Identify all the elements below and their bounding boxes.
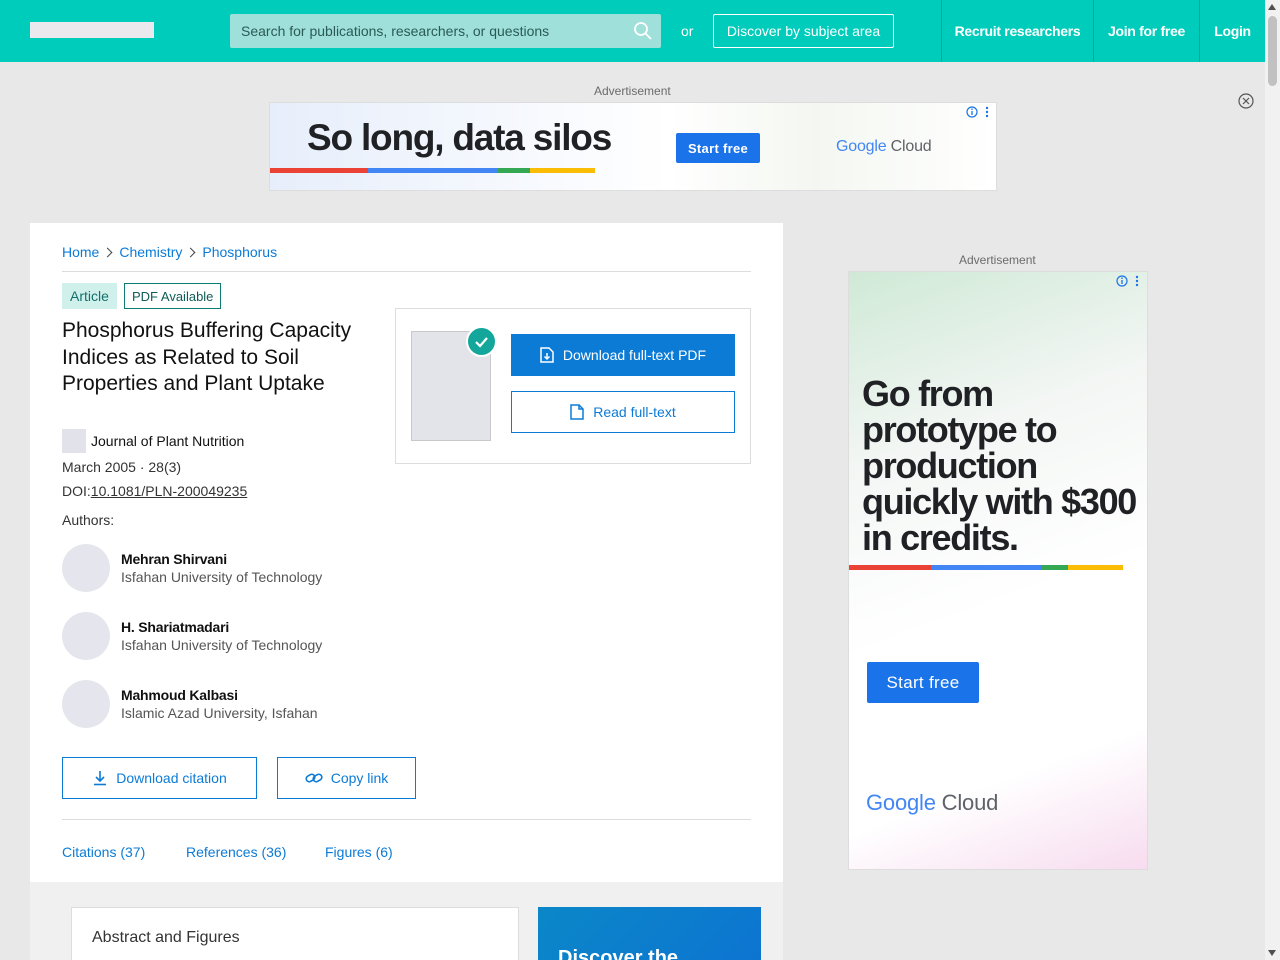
login-link[interactable]: Login — [1200, 0, 1265, 62]
copy-link-button[interactable]: Copy link — [277, 757, 416, 799]
download-citation-button[interactable]: Download citation — [62, 757, 257, 799]
author-institution: Isfahan University of Technology — [121, 637, 323, 653]
ad-start-free-button[interactable]: Start free — [676, 133, 760, 163]
author-name[interactable]: H. Shariatmadari — [121, 619, 229, 635]
researchgate-logo[interactable] — [30, 22, 154, 38]
journal-logo — [62, 429, 86, 453]
banner-ad[interactable]: So long, data silos Start free Google Cl… — [269, 102, 997, 191]
download-icon — [94, 771, 107, 786]
google-color-stripe — [849, 565, 1123, 570]
ad-headline: Go from prototype to production quickly … — [862, 373, 1137, 558]
copy-link-label: Copy link — [330, 770, 389, 786]
document-icon — [570, 404, 584, 420]
pdf-available-badge: PDF Available — [124, 283, 222, 309]
discover-promo-card[interactable]: Discover the — [538, 907, 761, 960]
discover-by-subject-button[interactable]: Discover by subject area — [713, 14, 894, 48]
chevron-right-icon — [102, 247, 113, 257]
read-fulltext-label: Read full-text — [593, 404, 676, 420]
google-color-stripe — [270, 168, 595, 173]
avatar[interactable] — [62, 680, 110, 728]
publication-title: Phosphorus Buffering Capacity Indices as… — [62, 319, 352, 395]
chevron-right-icon — [185, 247, 196, 257]
download-citation-label: Download citation — [116, 770, 227, 786]
search-icon[interactable] — [633, 21, 653, 41]
download-fulltext-pdf-button[interactable]: Download full-text PDF — [511, 334, 735, 376]
publication-date: March 2005 · 28(3) — [62, 459, 182, 475]
tab-citations[interactable]: Citations (37) — [62, 844, 145, 860]
scroll-down-icon[interactable] — [1268, 950, 1276, 956]
author-institution: Isfahan University of Technology — [121, 569, 323, 585]
recruit-researchers-link[interactable]: Recruit researchers — [942, 0, 1093, 62]
search-input[interactable] — [230, 14, 625, 48]
checkmark-icon — [466, 326, 497, 357]
read-fulltext-button[interactable]: Read full-text — [511, 391, 735, 433]
scrollbar-thumb[interactable] — [1268, 16, 1277, 86]
breadcrumb: Home Chemistry Phosphorus — [62, 244, 277, 260]
tab-references[interactable]: References (36) — [186, 844, 286, 860]
promo-text: Discover the — [558, 947, 679, 960]
sidebar-ad[interactable]: Go from prototype to production quickly … — [848, 271, 1148, 870]
divider — [62, 271, 751, 272]
scroll-up-icon[interactable] — [1268, 4, 1276, 10]
download-fulltext-label: Download full-text PDF — [562, 347, 707, 363]
ad-info-icon[interactable] — [1116, 274, 1142, 288]
ad-headline: So long, data silos — [307, 117, 612, 158]
breadcrumb-home-link[interactable]: Home — [62, 244, 99, 260]
link-icon — [305, 773, 323, 783]
authors-label: Authors: — [62, 512, 115, 528]
article-type-badge: Article — [62, 283, 117, 309]
pdf-download-icon — [540, 347, 554, 363]
avatar[interactable] — [62, 544, 110, 592]
doi: DOI:10.1081/PLN-200049235 — [62, 483, 247, 499]
doi-link[interactable]: 10.1081/PLN-200049235 — [91, 483, 247, 499]
top-navigation-bar: or Discover by subject area Recruit rese… — [0, 0, 1265, 62]
google-cloud-logo: Google Cloud — [866, 790, 999, 815]
or-separator: or — [681, 23, 694, 39]
divider — [62, 819, 751, 820]
close-ad-icon[interactable] — [1238, 93, 1254, 109]
journal-name[interactable]: Journal of Plant Nutrition — [91, 433, 244, 449]
breadcrumb-chemistry-link[interactable]: Chemistry — [119, 244, 182, 260]
author-institution: Islamic Azad University, Isfahan — [121, 705, 318, 721]
google-cloud-logo: Google Cloud — [836, 138, 932, 155]
breadcrumb-phosphorus-link[interactable]: Phosphorus — [202, 244, 277, 260]
advertisement-label: Advertisement — [959, 253, 1036, 267]
doi-prefix: DOI: — [62, 483, 91, 499]
abstract-heading: Abstract and Figures — [92, 929, 240, 946]
search-box[interactable] — [230, 14, 661, 48]
ad-start-free-button[interactable]: Start free — [867, 662, 979, 703]
avatar[interactable] — [62, 612, 110, 660]
page-scrollbar[interactable] — [1265, 0, 1280, 960]
author-name[interactable]: Mehran Shirvani — [121, 551, 227, 567]
tab-figures[interactable]: Figures (6) — [325, 844, 393, 860]
author-name[interactable]: Mahmoud Kalbasi — [121, 687, 238, 703]
join-for-free-link[interactable]: Join for free — [1094, 0, 1199, 62]
ad-info-icon[interactable] — [966, 105, 992, 119]
advertisement-label: Advertisement — [594, 84, 671, 98]
